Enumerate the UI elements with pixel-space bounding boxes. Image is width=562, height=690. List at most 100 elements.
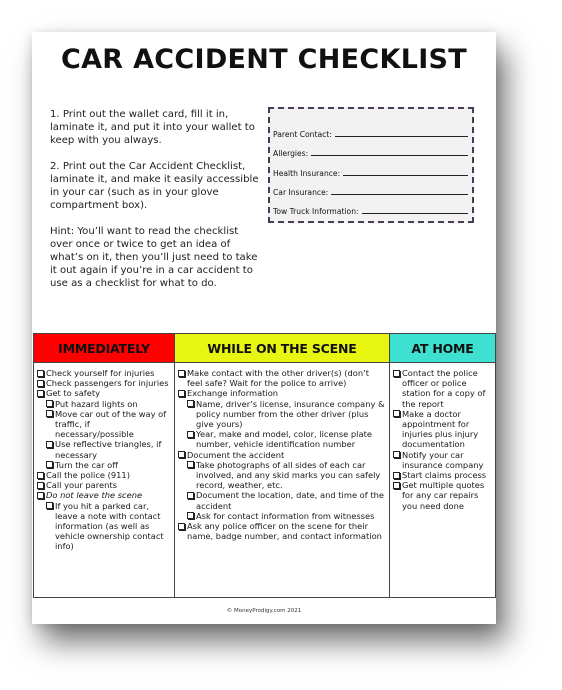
checkbox-icon[interactable] [187,461,194,469]
wallet-field-health-insurance: Health Insurance: [273,158,468,178]
fill-in-line[interactable] [334,136,468,138]
field-label: Parent Contact: [273,130,332,140]
checklist-item-text: Use reflective triangles, if necessary [55,439,162,460]
checklist-item[interactable]: If you hit a parked car, leave a note wi… [46,501,171,552]
checklist-item[interactable]: Call your parents [37,480,171,490]
checklist-item[interactable]: Document the accident [178,450,386,460]
field-label: Allergies: [273,149,309,159]
checklist-item[interactable]: Exchange information [178,388,386,398]
field-label: Health Insurance: [273,168,341,178]
fill-in-line[interactable] [343,174,468,176]
checklist-item[interactable]: Start claims process [393,470,492,480]
checklist-item-text: Make a doctor appointment for injuries p… [402,408,479,450]
checklist-item[interactable]: Name, driver’s license, insurance compan… [187,399,386,430]
checkbox-icon[interactable] [393,369,400,377]
page-title: CAR ACCIDENT CHECKLIST [60,44,468,75]
column-while-on-scene: Make contact with the other driver(s) (d… [174,362,390,598]
checklist-item[interactable]: Year, make and model, color, license pla… [187,429,386,449]
checklist-item-text: Get to safety [46,388,100,399]
checklist-item[interactable]: Notify your car insurance company [393,450,492,470]
checklist-item-text: Call the police (911) [46,470,130,481]
checklist-item-text: Turn the car off [55,459,118,470]
checklist-item[interactable]: Make contact with the other driver(s) (d… [178,368,386,388]
checkbox-icon[interactable] [178,451,185,459]
checklist-item-text: Notify your car insurance company [402,449,484,470]
checklist-item[interactable]: Check passengers for injuries [37,378,171,388]
checkbox-icon[interactable] [46,410,53,418]
checkbox-icon[interactable] [37,389,44,397]
checklist-item[interactable]: Ask any police officer on the scene for … [178,521,386,541]
checklist-page: CAR ACCIDENT CHECKLIST 1. Print out the … [32,32,496,624]
instructions: 1. Print out the wallet card, fill it in… [50,108,260,303]
checklist-item[interactable]: Document the location, date, and time of… [187,490,386,511]
checklist-item[interactable]: Call the police (911) [37,470,171,480]
checklist-item[interactable]: Put hazard lights on [46,399,171,409]
checklist-item-text: If you hit a parked car, leave a note wi… [55,500,164,552]
checklist-item-text: Put hazard lights on [55,398,138,409]
header-while-on-scene: WHILE ON THE SCENE [174,333,390,363]
checklist-items: Check yourself for injuries Check passeng… [37,368,171,552]
checklist-item[interactable]: Ask for contact information from witness… [187,511,386,521]
checklist-item-text: Document the location, date, and time of… [196,490,384,511]
checkbox-icon[interactable] [393,481,400,489]
checkbox-icon[interactable] [46,400,53,408]
checklist-item-text: Contact the police officer or police sta… [402,368,486,409]
checklist-item[interactable]: Use reflective triangles, if necessary [46,439,171,460]
checklist-item-text: Start claims process [402,470,487,481]
checkbox-icon[interactable] [178,369,185,377]
column-at-home: Contact the police officer or police sta… [389,362,496,598]
checklist-item[interactable]: Make a doctor appointment for injuries p… [393,409,492,450]
checkbox-icon[interactable] [393,451,400,459]
checklist-item[interactable]: Turn the car off [46,460,171,470]
checkbox-icon[interactable] [187,512,194,520]
checklist-item-text: Take photographs of all sides of each ca… [196,459,381,491]
wallet-card: Parent Contact: Allergies: Health Insura… [268,107,474,223]
checklist-item-text: Name, driver’s license, insurance compan… [196,398,385,430]
checklist-item-text: Year, make and model, color, license pla… [196,429,372,450]
checklist-item-text: Call your parents [46,480,117,491]
checklist-item-text: Move car out of the way of traffic, if n… [55,408,167,440]
field-label: Car Insurance: [273,187,329,197]
checklist-item[interactable]: Move car out of the way of traffic, if n… [46,409,171,440]
checklist-table: IMMEDIATELY WHILE ON THE SCENE AT HOME C… [33,333,496,598]
checkbox-icon[interactable] [46,440,53,448]
wallet-field-allergies: Allergies: [273,139,468,158]
checkbox-icon[interactable] [178,522,185,530]
checkbox-icon[interactable] [393,471,400,479]
checkbox-icon[interactable] [37,471,44,479]
copyright-footer: © MoneyProdigy.com 2021 [226,608,302,614]
field-label: Tow Truck Information: [273,206,359,216]
checklist-item-text: Ask for contact information from witness… [196,510,375,521]
instruction-hint: Hint: You’ll want to read the checklist … [50,226,258,289]
checkbox-icon[interactable] [178,389,185,397]
checklist-items: Contact the police officer or police sta… [393,368,492,511]
checklist-item-text: Exchange information [187,388,279,399]
fill-in-line[interactable] [311,155,468,157]
checklist-item[interactable]: Contact the police officer or police sta… [393,368,492,409]
checklist-item-text: Ask any police officer on the scene for … [187,521,382,542]
checkbox-icon[interactable] [37,379,44,387]
checkbox-icon[interactable] [393,410,400,418]
instruction-1: 1. Print out the wallet card, fill it in… [50,109,255,146]
fill-in-line[interactable] [361,212,468,214]
checkbox-icon[interactable] [46,461,53,469]
checkbox-icon[interactable] [187,400,194,408]
wallet-field-parent-contact: Parent Contact: [273,120,468,139]
checklist-item[interactable]: Take photographs of all sides of each ca… [187,460,386,491]
fill-in-line[interactable] [331,193,468,195]
checkbox-icon[interactable] [46,502,53,510]
checklist-item[interactable]: Get to safety [37,388,171,398]
column-immediately: Check yourself for injuries Check passeng… [33,362,175,598]
checklist-item-text: Document the accident [187,449,285,460]
checklist-item[interactable]: Check yourself for injuries [37,368,171,378]
checkbox-icon[interactable] [37,369,44,377]
checklist-item-text: Check passengers for injuries [46,378,169,389]
checkbox-icon[interactable] [187,491,194,499]
checklist-item[interactable]: Get multiple quotes for any car repairs … [393,480,492,511]
checkbox-icon[interactable] [187,430,194,438]
checklist-item-text: Get multiple quotes for any car repairs … [402,480,485,511]
checkbox-icon[interactable] [37,491,44,499]
checkbox-icon[interactable] [37,481,44,489]
checklist-item[interactable]: Do not leave the scene [37,490,171,500]
header-at-home: AT HOME [389,333,496,363]
